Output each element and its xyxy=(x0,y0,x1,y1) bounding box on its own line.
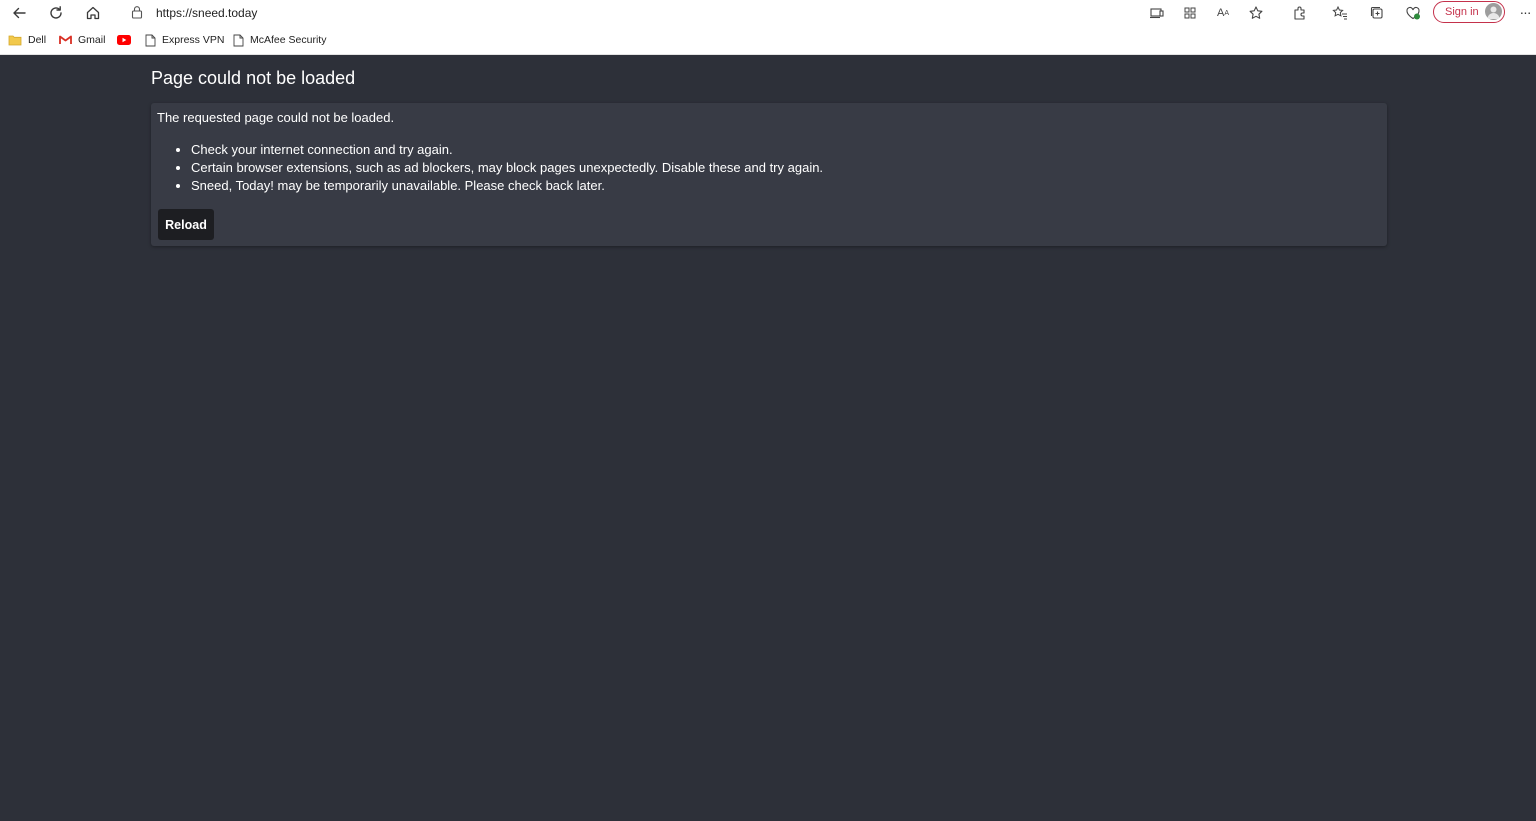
bookmarks-bar: Dell Gmail Express VPN McAfee Security xyxy=(0,26,1536,55)
bookmark-label: Gmail xyxy=(78,34,106,46)
address-bar[interactable]: https://sneed.today xyxy=(116,1,1276,25)
page-icon xyxy=(145,34,156,47)
favorite-star-icon[interactable] xyxy=(1245,3,1267,23)
list-item: Certain browser extensions, such as ad b… xyxy=(191,159,823,177)
list-item: Check your internet connection and try a… xyxy=(191,141,823,159)
error-message: The requested page could not be loaded. xyxy=(157,110,395,125)
folder-icon xyxy=(8,34,22,46)
bookmark-express-vpn[interactable]: Express VPN xyxy=(145,31,224,49)
bookmark-label: Express VPN xyxy=(162,34,225,46)
apps-icon[interactable] xyxy=(1179,3,1201,23)
gmail-icon xyxy=(59,35,72,45)
back-icon xyxy=(13,7,26,19)
bookmark-dell[interactable]: Dell xyxy=(8,31,46,49)
reload-button[interactable]: Reload xyxy=(158,209,214,240)
favorites-icon[interactable] xyxy=(1329,3,1351,23)
browser-toolbar: https://sneed.today AA Sign in ··· xyxy=(0,0,1536,26)
home-button[interactable] xyxy=(81,2,105,24)
error-card: The requested page could not be loaded. … xyxy=(151,103,1387,246)
read-aloud-icon[interactable]: AA xyxy=(1212,3,1234,23)
avatar-icon xyxy=(1485,3,1502,20)
more-options-button[interactable]: ··· xyxy=(1516,2,1534,22)
bookmark-label: McAfee Security xyxy=(250,34,327,46)
refresh-icon xyxy=(50,6,62,19)
refresh-button[interactable] xyxy=(44,2,68,24)
browser-essentials-icon[interactable] xyxy=(1402,3,1424,23)
list-item: Sneed, Today! may be temporarily unavail… xyxy=(191,177,823,195)
sign-in-label: Sign in xyxy=(1445,6,1479,18)
youtube-icon xyxy=(117,35,131,45)
back-button[interactable] xyxy=(7,2,31,24)
extensions-icon[interactable] xyxy=(1289,3,1311,23)
home-icon xyxy=(86,6,100,20)
lock-icon[interactable] xyxy=(130,5,144,25)
page-icon xyxy=(233,34,244,47)
page-title: Page could not be loaded xyxy=(151,68,356,88)
tips-list: Check your internet connection and try a… xyxy=(173,141,823,195)
bookmark-mcafee-security[interactable]: McAfee Security xyxy=(233,31,326,49)
bookmark-label: Dell xyxy=(28,34,47,46)
sign-in-button[interactable]: Sign in xyxy=(1433,1,1505,23)
bookmark-gmail[interactable]: Gmail xyxy=(59,31,105,49)
collections-icon[interactable] xyxy=(1366,3,1388,23)
bookmark-youtube[interactable] xyxy=(117,31,137,49)
url-text[interactable]: https://sneed.today xyxy=(156,6,257,20)
cast-icon[interactable] xyxy=(1146,3,1168,23)
